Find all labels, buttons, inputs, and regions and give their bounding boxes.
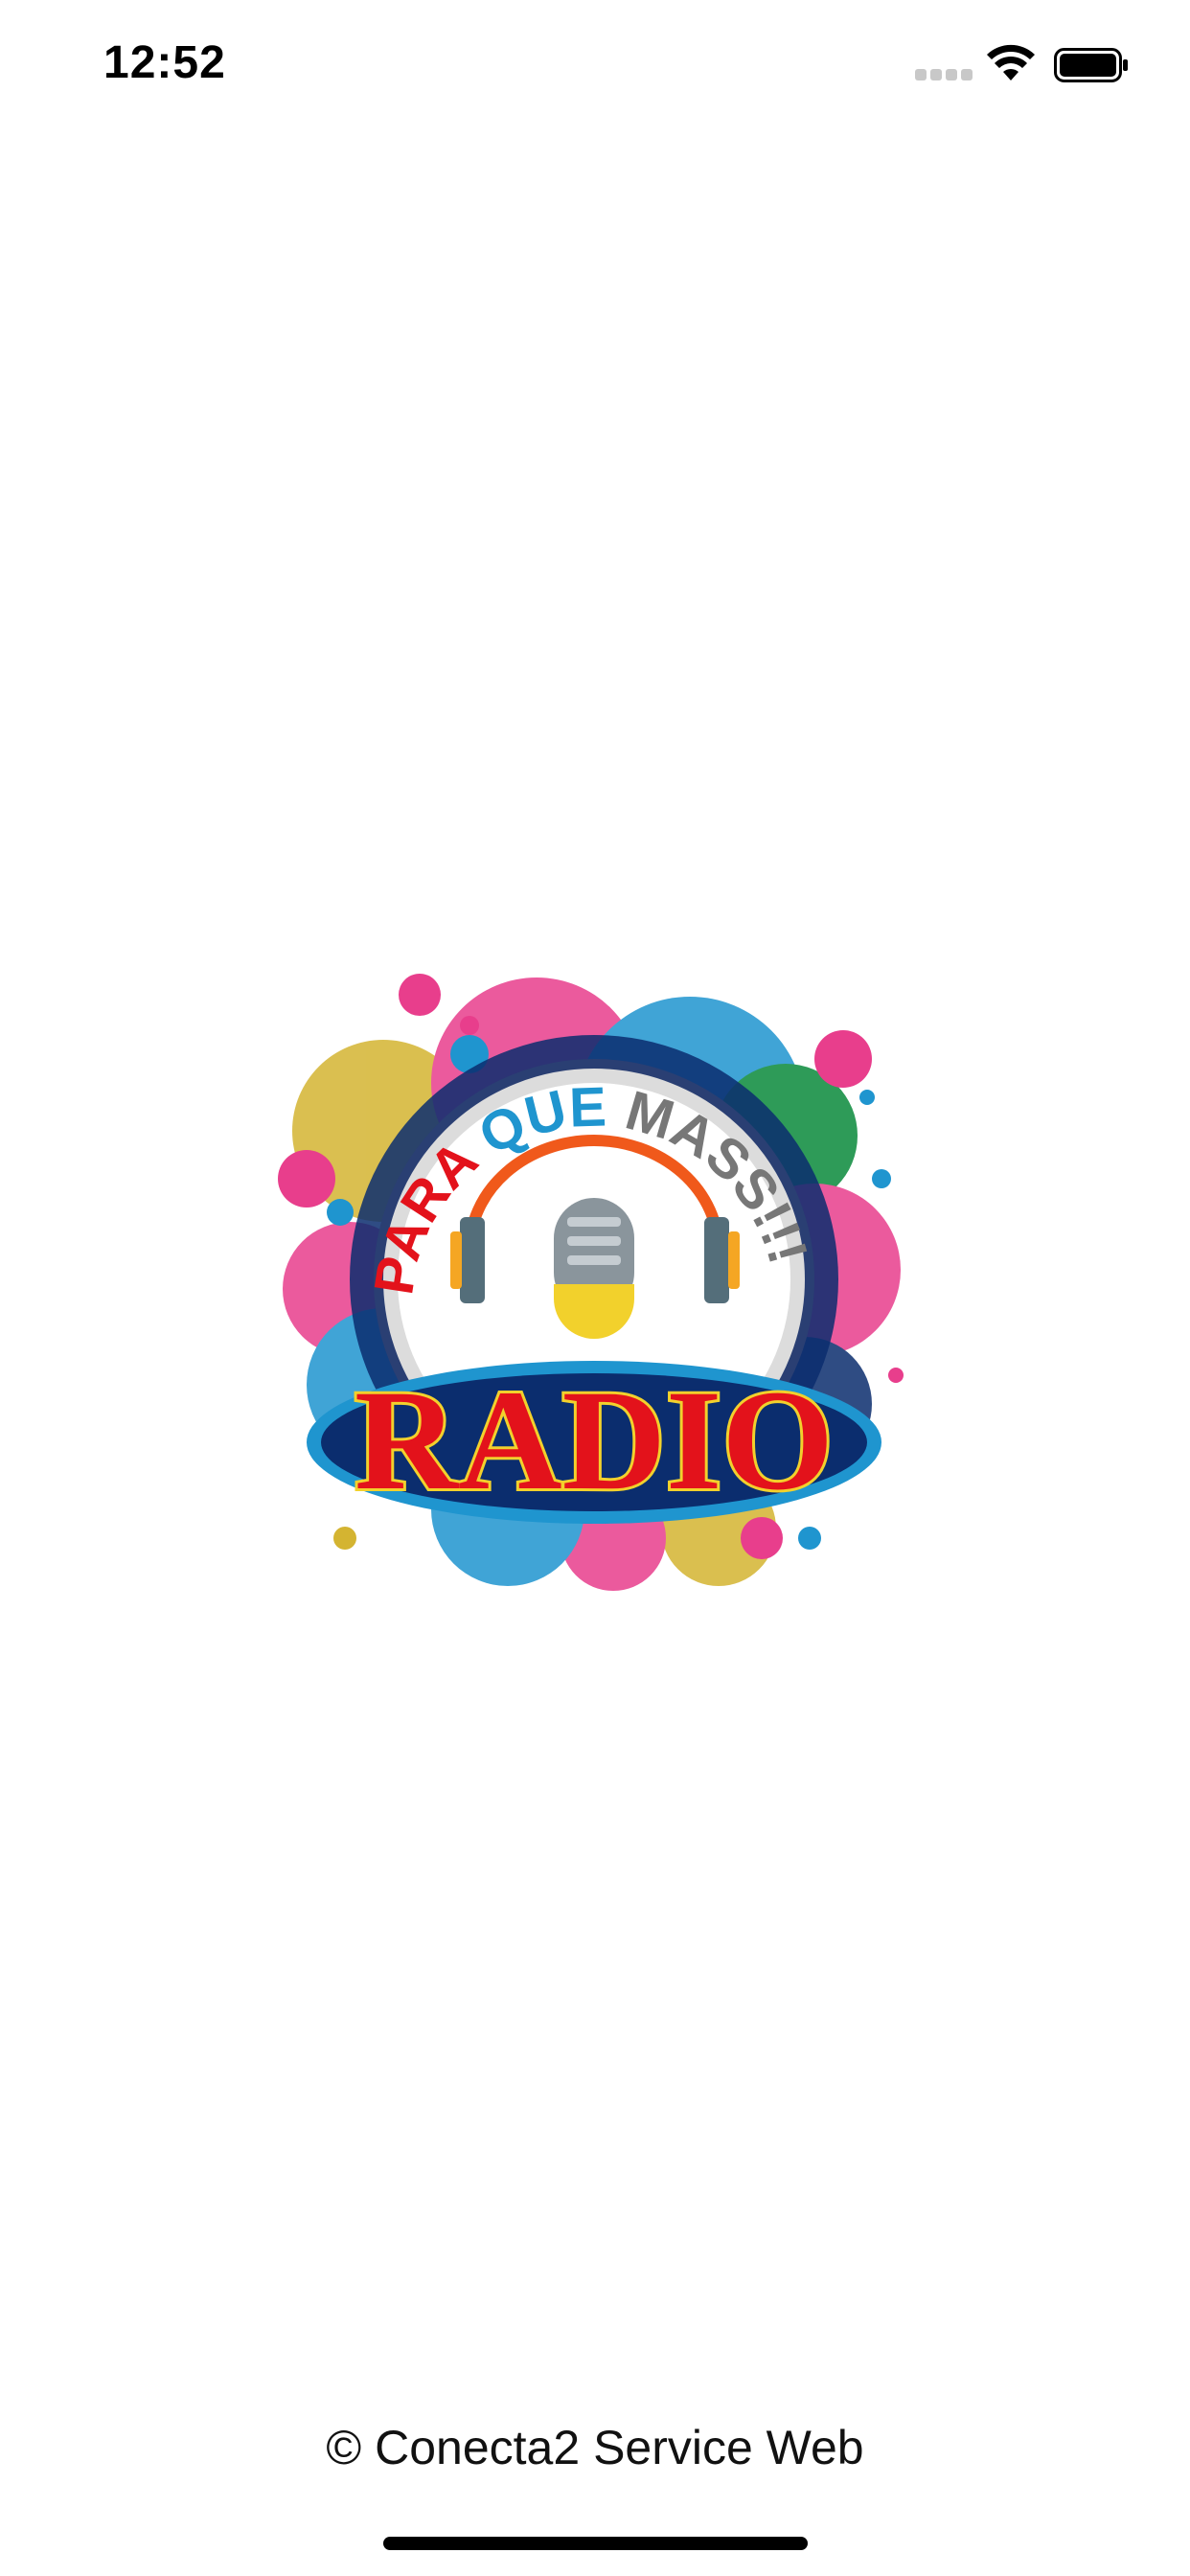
cellular-signal-icon (915, 69, 973, 82)
wifi-icon (987, 44, 1035, 80)
home-indicator[interactable] (383, 2537, 808, 2550)
radio-logo-graphic: PARA QUE MASS!!! RADIO (278, 974, 904, 1591)
copyright-footer: © Conecta2 Service Web (326, 2421, 864, 2474)
battery-icon (1054, 48, 1128, 82)
logo-main-text: RADIO (355, 1361, 834, 1520)
status-time: 12:52 (103, 37, 226, 88)
radio-logo: PARA QUE MASS!!! RADIO (268, 963, 939, 1634)
status-bar: 12:52 (0, 0, 1190, 134)
